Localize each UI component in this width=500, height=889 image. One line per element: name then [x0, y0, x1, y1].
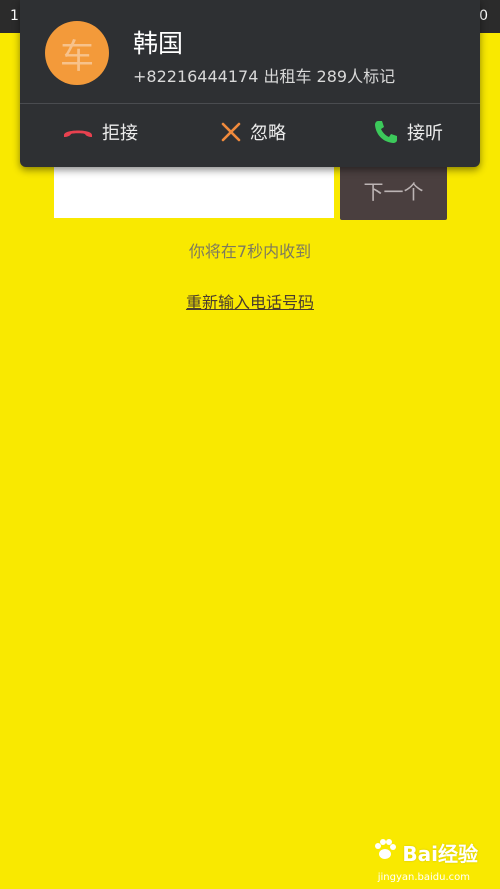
close-icon [220, 121, 242, 143]
caller-avatar: 车 [45, 21, 109, 85]
hang-up-icon [62, 125, 94, 139]
reenter-phone-link[interactable]: 重新输入电话号码 [0, 289, 500, 313]
status-right: 0 [479, 8, 488, 24]
answer-button[interactable]: 接听 [373, 114, 443, 150]
verification-code-input[interactable] [54, 166, 334, 218]
caller-name: 韩国 [133, 29, 184, 58]
watermark-url: jingyan.baidu.com [377, 872, 470, 883]
next-button[interactable]: 下一个 [340, 160, 447, 220]
incoming-call-notification[interactable]: 车 韩国 +82216444174 出租车 289人标记 拒接 忽略 接听 [20, 0, 480, 167]
decline-button[interactable]: 拒接 [62, 114, 138, 150]
card-divider [20, 103, 480, 104]
ignore-label: 忽略 [250, 123, 286, 144]
decline-label: 拒接 [102, 123, 138, 144]
caller-detail: +82216444174 出租车 289人标记 [133, 67, 396, 86]
watermark-logo: Bai经验 [372, 838, 478, 867]
status-time: 1 [10, 8, 19, 24]
watermark-brand: Bai经验 [402, 842, 478, 866]
ignore-button[interactable]: 忽略 [220, 114, 286, 150]
countdown-hint: 你将在7秒内收到 [188, 242, 312, 261]
paw-icon [372, 838, 398, 867]
answer-label: 接听 [407, 123, 443, 144]
phone-icon [373, 119, 399, 145]
